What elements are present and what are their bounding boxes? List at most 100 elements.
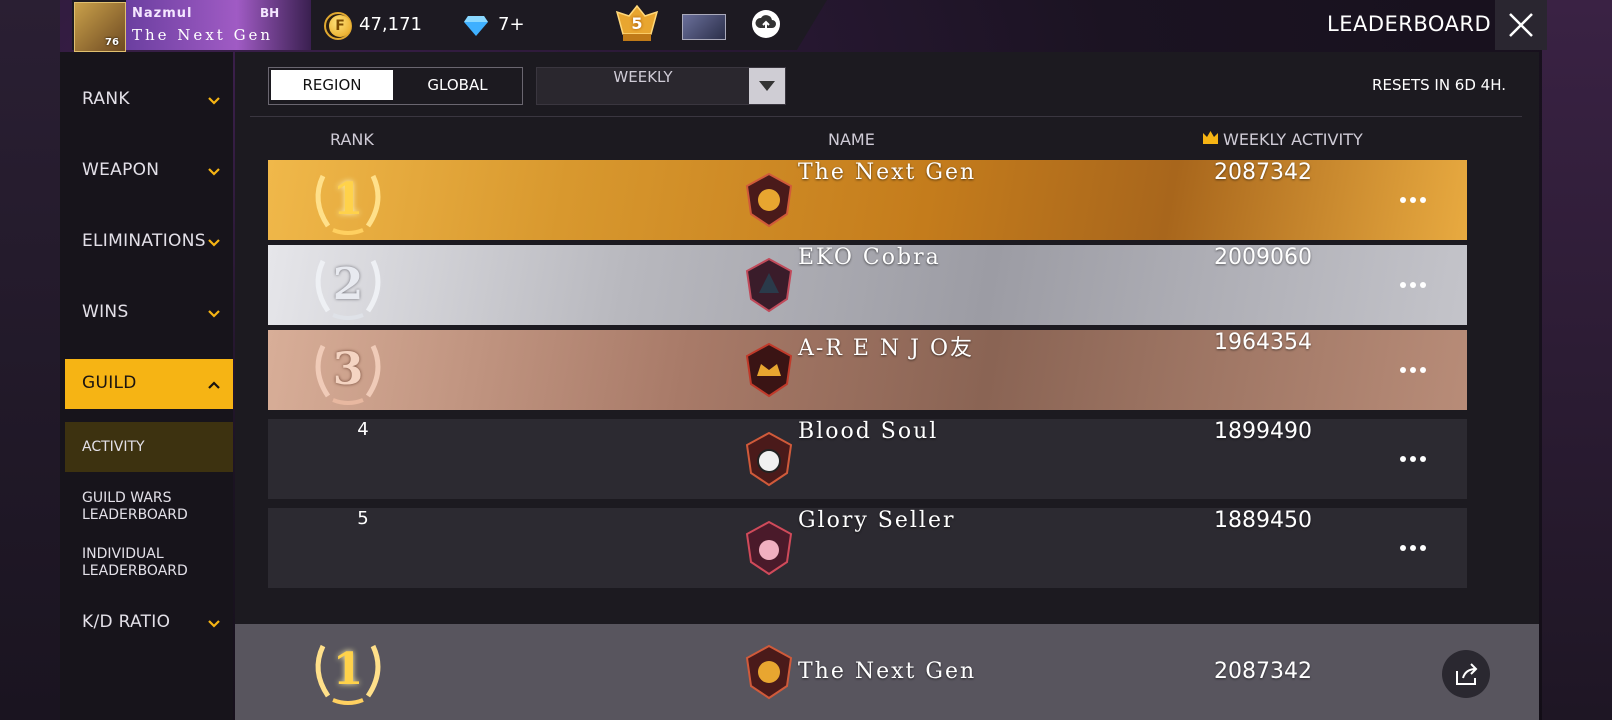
cloud-upload-icon[interactable]	[752, 10, 780, 38]
chevron-down-icon	[208, 97, 220, 105]
sidebar-item-weapon[interactable]: WEAPON	[60, 146, 233, 196]
sidebar-item-label: RANK	[82, 89, 130, 109]
coin-count: 47,171	[359, 14, 422, 35]
guild-name: Blood Soul	[798, 419, 939, 444]
background-right	[1542, 0, 1612, 720]
period-dropdown[interactable]: WEEKLY	[536, 67, 786, 105]
table-row[interactable]: 5 Glory Seller 1889450	[268, 508, 1467, 588]
rank-number: 2	[332, 259, 364, 310]
chevron-down-icon	[208, 620, 220, 628]
activity-score: 1964354	[1214, 330, 1312, 355]
activity-score: 2087342	[1214, 659, 1312, 684]
guild-emblem-icon	[745, 520, 793, 576]
reset-timer: RESETS IN 6D 4H.	[1372, 76, 1506, 94]
gold-laurel-icon: 1	[303, 166, 393, 236]
silver-laurel-icon: 2	[303, 251, 393, 321]
table-row[interactable]: 3 A-R E N J O友 1964354	[268, 330, 1467, 410]
bronze-laurel-icon: 3	[303, 336, 393, 406]
column-header-activity: WEEKLY ACTIVITY	[1223, 130, 1363, 149]
gold-laurel-icon: 1	[303, 636, 393, 706]
leaderboard-panel: REGION GLOBAL WEEKLY RESETS IN 6D 4H. RA…	[235, 52, 1539, 720]
activity-score: 2087342	[1214, 160, 1312, 185]
column-header-rank: RANK	[330, 130, 374, 149]
guild-emblem-icon	[745, 644, 793, 700]
sidebar-item-guild[interactable]: GUILD	[65, 359, 233, 409]
sidebar-item-label: K/D RATIO	[82, 612, 171, 632]
sidebar-item-kd-ratio[interactable]: K/D RATIO	[60, 598, 233, 648]
table-row[interactable]: 4 Blood Soul 1899490	[268, 419, 1467, 499]
guild-emblem-icon	[745, 431, 793, 487]
player-name: Nazmul	[132, 6, 193, 21]
share-button[interactable]	[1442, 650, 1490, 698]
diamond-icon[interactable]	[464, 14, 488, 36]
caret-down-icon	[759, 81, 775, 91]
guild-name: Glory Seller	[798, 508, 956, 533]
sidebar-item-label: WEAPON	[82, 160, 160, 180]
rank-badge-icon[interactable]: 5	[615, 4, 659, 46]
guild-emblem-icon	[745, 172, 793, 228]
more-options-icon[interactable]	[1393, 536, 1433, 560]
diamond-count[interactable]: 7+	[498, 14, 525, 35]
guild-emblem-icon	[745, 342, 793, 398]
chevron-down-icon	[208, 310, 220, 318]
more-options-icon[interactable]	[1393, 358, 1433, 382]
chevron-up-icon	[208, 381, 220, 389]
rank-badge-number: 5	[631, 14, 643, 33]
crown-icon	[1203, 131, 1218, 144]
activity-score: 1889450	[1214, 508, 1312, 533]
guild-name: EKO Cobra	[798, 245, 941, 270]
share-icon	[1456, 663, 1478, 685]
global-tab[interactable]: GLOBAL	[395, 70, 520, 100]
player-level: 76	[105, 37, 119, 48]
rank-number: 1	[332, 644, 364, 695]
player-guild-name: The Next Gen	[132, 26, 274, 44]
guild-name: The Next Gen	[798, 659, 977, 684]
activity-score: 1899490	[1214, 419, 1312, 444]
region-tab[interactable]: REGION	[271, 70, 393, 100]
sidebar-item-wins[interactable]: WINS	[60, 288, 233, 338]
sidebar-item-label: GUILD	[82, 373, 137, 393]
close-button[interactable]	[1495, 0, 1547, 50]
scope-toggle: REGION GLOBAL	[268, 67, 523, 105]
chevron-down-icon	[208, 168, 220, 176]
close-icon	[1509, 13, 1533, 37]
top-bar: 76 Nazmul BH The Next Gen F 47,171 7+ 5 …	[72, 0, 1547, 52]
sidebar-subitem-individual[interactable]: INDIVIDUAL LEADERBOARD	[65, 542, 233, 582]
sidebar-subitem-guild-wars[interactable]: GUILD WARS LEADERBOARD	[65, 486, 233, 526]
rank-number: 4	[357, 419, 369, 440]
more-options-icon[interactable]	[1393, 273, 1433, 297]
avatar[interactable]: 76	[74, 2, 126, 52]
rank-number: 1	[332, 174, 364, 225]
my-guild-row[interactable]: 1 The Next Gen 2087342	[235, 624, 1539, 720]
dropdown-arrow[interactable]	[749, 68, 785, 104]
sidebar-item-rank[interactable]: RANK	[60, 75, 233, 125]
membership-card-icon[interactable]	[682, 14, 726, 40]
category-sidebar: RANK WEAPON ELIMINATIONS WINS GUILD ACTI…	[60, 52, 233, 720]
table-row[interactable]: 2 EKO Cobra 2009060	[268, 245, 1467, 325]
sidebar-subitem-activity[interactable]: ACTIVITY	[65, 422, 233, 472]
rank-number: 5	[357, 508, 369, 529]
gold-coin-icon: F	[329, 15, 351, 37]
activity-score: 2009060	[1214, 245, 1312, 270]
more-options-icon[interactable]	[1393, 447, 1433, 471]
sidebar-subitem-label: INDIVIDUAL LEADERBOARD	[82, 546, 188, 579]
period-selected: WEEKLY	[613, 68, 673, 86]
page-title: LEADERBOARD	[1327, 12, 1492, 36]
chevron-down-icon	[208, 239, 220, 247]
sidebar-item-label: WINS	[82, 302, 129, 322]
more-options-icon[interactable]	[1393, 188, 1433, 212]
guild-emblem-icon	[745, 257, 793, 313]
player-tag: BH	[260, 6, 280, 20]
sidebar-item-eliminations[interactable]: ELIMINATIONS	[60, 217, 233, 267]
guild-name: A-R E N J O友	[798, 336, 975, 361]
background-left	[0, 0, 60, 720]
sidebar-subitem-label: GUILD WARS LEADERBOARD	[82, 490, 188, 523]
player-namecard[interactable]: Nazmul BH The Next Gen	[126, 0, 352, 50]
sidebar-subitem-label: ACTIVITY	[82, 439, 145, 455]
guild-name: The Next Gen	[798, 160, 977, 185]
rank-number: 3	[332, 344, 364, 395]
table-row[interactable]: 1 The Next Gen 2087342	[268, 160, 1467, 240]
column-header-name: NAME	[828, 130, 875, 149]
sidebar-item-label: ELIMINATIONS	[82, 231, 206, 251]
divider	[250, 116, 1522, 117]
